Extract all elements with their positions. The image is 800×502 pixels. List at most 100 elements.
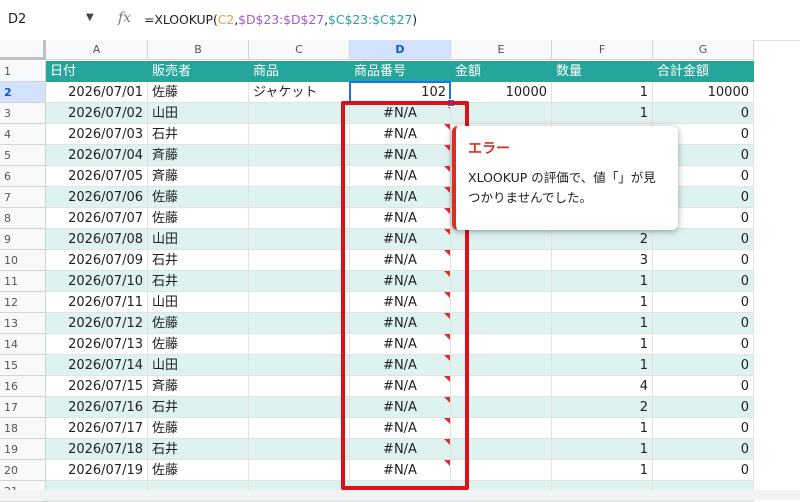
row-header[interactable]: 20 — [0, 460, 46, 481]
cell-product[interactable] — [249, 187, 350, 208]
row-header[interactable]: 2 — [0, 82, 46, 103]
cell-qty[interactable]: 1 — [552, 334, 653, 355]
cell-product[interactable] — [249, 103, 350, 124]
row-header[interactable]: 19 — [0, 439, 46, 460]
header-cell[interactable]: 日付 — [46, 61, 148, 82]
cell-date[interactable]: 2026/07/03 — [46, 124, 148, 145]
cell-total[interactable]: 0 — [653, 355, 754, 376]
cell-total[interactable]: 0 — [653, 397, 754, 418]
cell-total[interactable]: 0 — [653, 460, 754, 481]
cell-seller[interactable]: 佐藤 — [148, 187, 249, 208]
cell-qty[interactable]: 1 — [552, 355, 653, 376]
cell-total[interactable]: 0 — [653, 313, 754, 334]
cell-date[interactable]: 2026/07/19 — [46, 460, 148, 481]
cell-seller[interactable]: 佐藤 — [148, 313, 249, 334]
row-header[interactable]: 5 — [0, 145, 46, 166]
cell-seller[interactable]: 石井 — [148, 250, 249, 271]
row-header[interactable]: 13 — [0, 313, 46, 334]
cell-qty[interactable]: 1 — [552, 271, 653, 292]
cell-seller[interactable]: 山田 — [148, 103, 249, 124]
formula-input[interactable]: =XLOOKUP(C2,$D$23:$D$27,$C$23:$C$27) — [144, 12, 417, 27]
cell-seller[interactable]: 石井 — [148, 124, 249, 145]
cell-total[interactable]: 0 — [653, 418, 754, 439]
header-cell[interactable]: 合計金額 — [653, 61, 754, 82]
row-header[interactable]: 9 — [0, 229, 46, 250]
row-header[interactable]: 15 — [0, 355, 46, 376]
header-cell[interactable]: 金額 — [451, 61, 552, 82]
cell-total[interactable]: 0 — [653, 103, 754, 124]
cell-total[interactable]: 0 — [653, 334, 754, 355]
row-header[interactable]: 8 — [0, 208, 46, 229]
cell-date[interactable]: 2026/07/17 — [46, 418, 148, 439]
cell-product[interactable] — [249, 208, 350, 229]
header-cell[interactable]: 販売者 — [148, 61, 249, 82]
cell-date[interactable]: 2026/07/18 — [46, 439, 148, 460]
header-cell[interactable]: 商品番号 — [350, 61, 451, 82]
cell-product[interactable] — [249, 418, 350, 439]
cell-total[interactable]: 0 — [653, 292, 754, 313]
cell-date[interactable]: 2026/07/10 — [46, 271, 148, 292]
cell-product[interactable] — [249, 124, 350, 145]
cell-product[interactable] — [249, 334, 350, 355]
cell-seller[interactable]: 山田 — [148, 292, 249, 313]
cell-qty[interactable]: 2 — [552, 397, 653, 418]
cell-product[interactable] — [249, 271, 350, 292]
cell-product[interactable] — [249, 166, 350, 187]
cell-product[interactable] — [249, 439, 350, 460]
cell-date[interactable]: 2026/07/13 — [46, 334, 148, 355]
cell-total[interactable]: 0 — [653, 229, 754, 250]
cell-seller[interactable]: 佐藤 — [148, 208, 249, 229]
cell-product[interactable] — [249, 355, 350, 376]
cell-date[interactable]: 2026/07/05 — [46, 166, 148, 187]
cell-date[interactable]: 2026/07/14 — [46, 355, 148, 376]
column-header-f[interactable]: F — [552, 40, 653, 60]
row-header[interactable]: 6 — [0, 166, 46, 187]
cell-total[interactable]: 0 — [653, 439, 754, 460]
cell-qty[interactable]: 1 — [552, 82, 653, 103]
cell-total[interactable]: 0 — [653, 250, 754, 271]
cell-product[interactable] — [249, 229, 350, 250]
cell-date[interactable]: 2026/07/15 — [46, 376, 148, 397]
cell-seller[interactable]: 斉藤 — [148, 166, 249, 187]
header-cell[interactable]: 商品 — [249, 61, 350, 82]
cell-date[interactable]: 2026/07/16 — [46, 397, 148, 418]
row-header[interactable]: 16 — [0, 376, 46, 397]
name-box[interactable]: D2 — [8, 12, 26, 27]
cell-product[interactable] — [249, 292, 350, 313]
cell-qty[interactable]: 2 — [552, 229, 653, 250]
row-header[interactable]: 3 — [0, 103, 46, 124]
cell-product[interactable] — [249, 397, 350, 418]
cell-date[interactable]: 2026/07/07 — [46, 208, 148, 229]
cell-date[interactable]: 2026/07/11 — [46, 292, 148, 313]
row-header[interactable]: 11 — [0, 271, 46, 292]
cell-date[interactable]: 2026/07/06 — [46, 187, 148, 208]
cell-seller[interactable]: 山田 — [148, 355, 249, 376]
cell-qty[interactable]: 1 — [552, 103, 653, 124]
cell-seller[interactable]: 石井 — [148, 397, 249, 418]
cell-total[interactable]: 0 — [653, 376, 754, 397]
chevron-down-icon[interactable]: ▼ — [86, 12, 94, 23]
cell-qty[interactable]: 1 — [552, 418, 653, 439]
cell-product[interactable]: ジャケット — [249, 82, 350, 103]
cell-product[interactable] — [249, 313, 350, 334]
column-header-d[interactable]: D — [350, 40, 451, 60]
cell-seller[interactable]: 石井 — [148, 271, 249, 292]
row-header[interactable]: 1 — [0, 61, 46, 82]
column-header-g[interactable]: G — [653, 40, 754, 60]
cell-total[interactable]: 10000 — [653, 82, 754, 103]
row-header[interactable]: 7 — [0, 187, 46, 208]
cell-date[interactable]: 2026/07/09 — [46, 250, 148, 271]
cell-total[interactable]: 0 — [653, 271, 754, 292]
cell-seller[interactable]: 山田 — [148, 229, 249, 250]
cell-qty[interactable]: 1 — [552, 292, 653, 313]
cell-date[interactable]: 2026/07/02 — [46, 103, 148, 124]
cell-seller[interactable]: 斉藤 — [148, 145, 249, 166]
cell-product[interactable] — [249, 460, 350, 481]
cell-product[interactable] — [249, 376, 350, 397]
cell-seller[interactable]: 斉藤 — [148, 376, 249, 397]
cell-seller[interactable]: 佐藤 — [148, 334, 249, 355]
cell-date[interactable]: 2026/07/08 — [46, 229, 148, 250]
cell-product[interactable] — [249, 145, 350, 166]
row-header[interactable]: 18 — [0, 418, 46, 439]
row-header[interactable]: 4 — [0, 124, 46, 145]
